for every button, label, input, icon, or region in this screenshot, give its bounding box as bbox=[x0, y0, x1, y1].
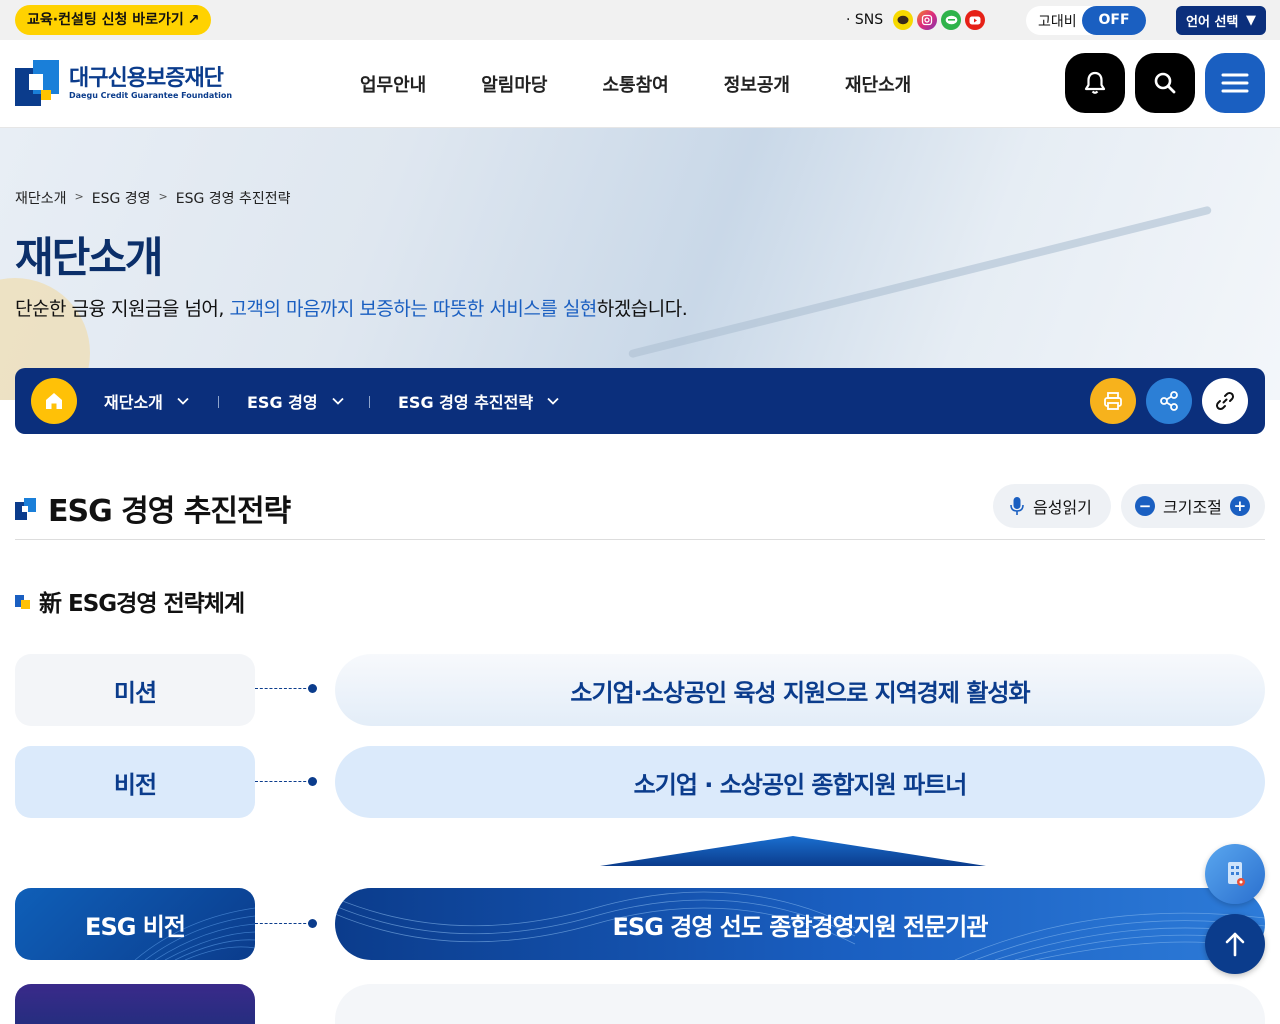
upward-triangle-divider bbox=[600, 836, 986, 866]
quick-link-button[interactable] bbox=[1205, 844, 1265, 904]
print-button[interactable] bbox=[1090, 378, 1136, 424]
foundation-logo-icon bbox=[15, 60, 59, 106]
location-divider bbox=[218, 396, 219, 408]
esg-vision-label-text: ESG 비전 bbox=[85, 912, 186, 941]
apply-consulting-label: 교육·컨설팅 신청 바로가기 bbox=[27, 12, 184, 28]
building-location-icon bbox=[1228, 862, 1245, 886]
esg-vision-label: ESG 비전 bbox=[15, 888, 255, 960]
chevron-down-icon bbox=[547, 397, 559, 405]
site-header: 대구신용보증재단 Daegu Credit Guarantee Foundati… bbox=[0, 40, 1280, 128]
share-icon bbox=[1160, 391, 1178, 411]
nav-item-notices[interactable]: 알림마당 bbox=[481, 71, 547, 97]
high-contrast-state[interactable]: OFF bbox=[1082, 6, 1146, 35]
utility-bar: 교육·컨설팅 신청 바로가기 ↗ · SNS 고대비 OFF 언어 선택 ▼ bbox=[0, 0, 1280, 40]
section-title: 新 ESG경영 전략체계 bbox=[15, 584, 245, 618]
description-text: 단순한 금융 지원금을 넘어, bbox=[15, 298, 230, 320]
connector-line bbox=[255, 684, 317, 693]
notification-button[interactable] bbox=[1065, 53, 1125, 113]
decorative-streak bbox=[627, 205, 1213, 359]
page-title: 재단소개 bbox=[15, 233, 164, 282]
strategy-label-partial bbox=[15, 984, 255, 1024]
sns-links: · SNS bbox=[846, 9, 986, 31]
location-depth1-label: 재단소개 bbox=[104, 393, 163, 412]
breadcrumb-separator: > bbox=[74, 190, 84, 203]
apply-consulting-button[interactable]: 교육·컨설팅 신청 바로가기 ↗ bbox=[15, 5, 212, 35]
scroll-to-top-button[interactable] bbox=[1205, 914, 1265, 974]
all-menu-button[interactable] bbox=[1205, 53, 1265, 113]
nav-item-disclosure[interactable]: 정보공개 bbox=[724, 71, 790, 97]
chevron-down-icon bbox=[331, 397, 344, 405]
mission-label: 미션 bbox=[15, 654, 255, 726]
font-size-label: 크기조절 bbox=[1163, 498, 1222, 517]
line-icon[interactable] bbox=[941, 10, 962, 30]
zoom-out-icon[interactable]: − bbox=[1135, 496, 1155, 516]
voice-read-button[interactable]: 음성읽기 bbox=[993, 484, 1111, 528]
breadcrumb: 재단소개 > ESG 경영 > ESG 경영 추진전략 bbox=[15, 188, 291, 208]
high-contrast-label: 고대비 bbox=[1038, 13, 1077, 30]
site-logo[interactable]: 대구신용보증재단 Daegu Credit Guarantee Foundati… bbox=[15, 60, 232, 106]
location-bar: 재단소개 ESG 경영 ESG 경영 추진전략 bbox=[15, 368, 1265, 434]
chevron-down-icon bbox=[177, 397, 189, 405]
nav-item-business[interactable]: 업무안내 bbox=[360, 71, 426, 97]
nav-item-communication[interactable]: 소통참여 bbox=[603, 71, 669, 97]
zoom-in-icon[interactable]: + bbox=[1229, 496, 1250, 516]
home-icon bbox=[46, 393, 62, 409]
bell-icon bbox=[1084, 71, 1106, 94]
font-size-control: − 크기조절 + bbox=[1121, 484, 1265, 528]
breadcrumb-item[interactable]: 재단소개 bbox=[15, 188, 67, 208]
sns-label: · SNS bbox=[846, 12, 884, 28]
connector-line bbox=[255, 919, 317, 928]
description-highlight: 고객의 마음까지 보증하는 따뜻한 서비스를 실현 bbox=[229, 298, 597, 320]
kakaotalk-icon[interactable] bbox=[893, 10, 914, 30]
logo-korean-name: 대구신용보증재단 bbox=[69, 65, 224, 91]
arrow-up-icon bbox=[1225, 932, 1245, 957]
copy-link-button[interactable] bbox=[1202, 378, 1248, 424]
print-icon bbox=[1104, 392, 1122, 410]
page-description: 단순한 금융 지원금을 넘어, 고객의 마음까지 보증하는 따뜻한 서비스를 실… bbox=[15, 294, 688, 321]
location-depth2-dropdown[interactable]: ESG 경영 bbox=[247, 368, 344, 434]
language-label: 언어 선택 bbox=[1186, 15, 1239, 30]
share-button[interactable] bbox=[1146, 378, 1192, 424]
section-bullet-icon bbox=[15, 593, 31, 609]
microphone-icon bbox=[1010, 497, 1024, 515]
home-button[interactable] bbox=[31, 378, 77, 424]
description-text: 하겠습니다. bbox=[596, 298, 688, 320]
location-divider bbox=[369, 396, 370, 408]
vision-text: 소기업 · 소상공인 종합지원 파트너 bbox=[335, 746, 1265, 818]
external-arrow-icon: ↗ bbox=[187, 12, 200, 28]
connector-line bbox=[255, 777, 317, 786]
logo-english-name: Daegu Credit Guarantee Foundation bbox=[69, 90, 233, 100]
strategy-content-partial bbox=[335, 984, 1265, 1024]
search-button[interactable] bbox=[1135, 53, 1195, 113]
title-logo-icon bbox=[15, 498, 37, 520]
language-select[interactable]: 언어 선택 ▼ bbox=[1176, 6, 1266, 35]
vision-label: 비전 bbox=[15, 746, 255, 818]
content-header: ESG 경영 추진전략 음성읽기 − 크기조절 + bbox=[15, 478, 1265, 540]
search-icon bbox=[1154, 72, 1176, 94]
content-title: ESG 경영 추진전략 bbox=[48, 494, 291, 529]
caret-down-icon: ▼ bbox=[1246, 13, 1256, 28]
mission-text: 소기업·소상공인 육성 지원으로 지역경제 활성화 bbox=[335, 654, 1265, 726]
voice-read-label: 음성읽기 bbox=[1033, 498, 1092, 517]
esg-vision-text: ESG 경영 선도 종합경영지원 전문기관 bbox=[612, 912, 989, 941]
instagram-icon[interactable] bbox=[917, 10, 938, 30]
link-icon bbox=[1215, 391, 1235, 411]
sub-visual-banner: 재단소개 > ESG 경영 > ESG 경영 추진전략 재단소개 단순한 금융 … bbox=[0, 128, 1280, 400]
location-depth3-label: ESG 경영 추진전략 bbox=[398, 393, 534, 412]
section-title-text: 新 ESG경영 전략체계 bbox=[39, 591, 245, 617]
hamburger-menu-icon bbox=[1221, 73, 1249, 93]
esg-vision-banner: ESG 경영 선도 종합경영지원 전문기관 bbox=[335, 888, 1265, 960]
breadcrumb-separator: > bbox=[158, 190, 168, 203]
location-depth2-label: ESG 경영 bbox=[247, 393, 318, 412]
high-contrast-toggle[interactable]: 고대비 OFF bbox=[1026, 6, 1146, 35]
nav-item-about[interactable]: 재단소개 bbox=[845, 71, 911, 97]
breadcrumb-item[interactable]: ESG 경영 추진전략 bbox=[176, 188, 291, 208]
breadcrumb-item[interactable]: ESG 경영 bbox=[92, 188, 151, 208]
location-depth3-dropdown[interactable]: ESG 경영 추진전략 bbox=[398, 368, 559, 434]
location-depth1-dropdown[interactable]: 재단소개 bbox=[104, 368, 189, 434]
main-navigation: 업무안내 알림마당 소통참여 정보공개 재단소개 bbox=[360, 40, 911, 128]
youtube-icon[interactable] bbox=[965, 10, 986, 30]
